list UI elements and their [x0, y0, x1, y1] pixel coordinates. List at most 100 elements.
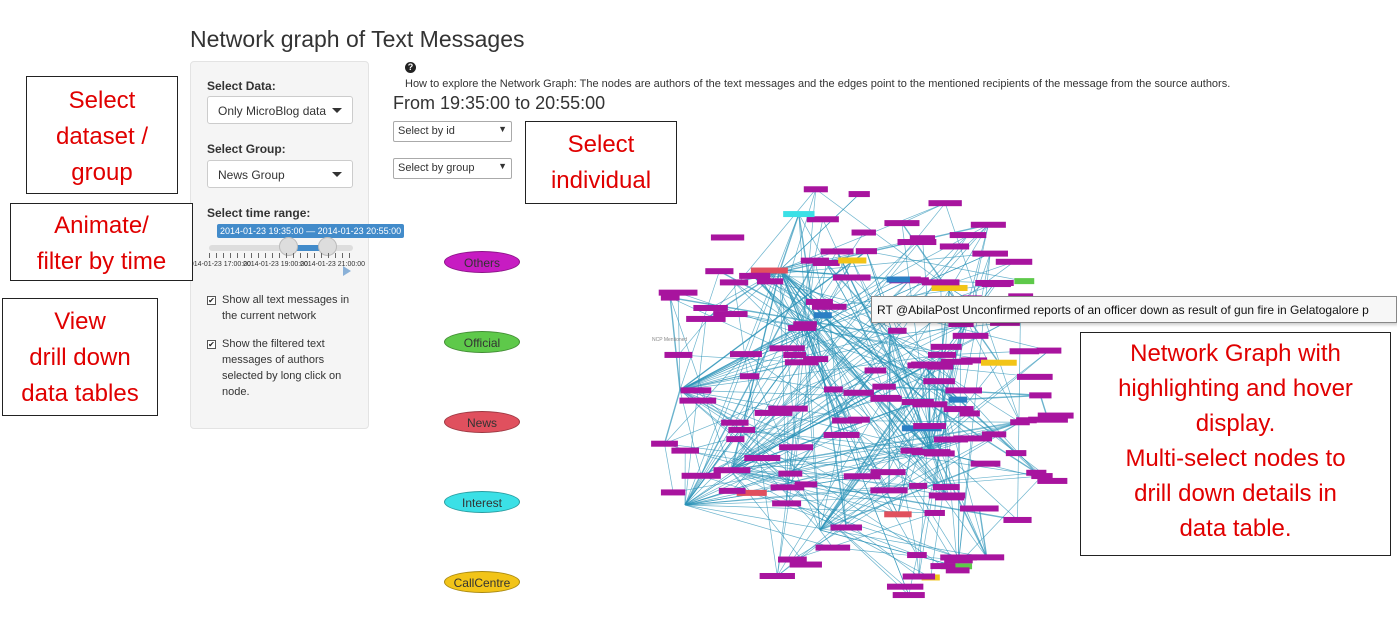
select-data-dropdown[interactable]: Only MicroBlog data: [207, 96, 353, 124]
legend-official[interactable]: Official: [444, 331, 520, 353]
graph-node: [686, 315, 726, 322]
graph-node: [870, 469, 906, 476]
select-by-group-dropdown[interactable]: Select by group ▼: [393, 158, 512, 179]
graph-node: [884, 511, 912, 518]
legend-news[interactable]: News: [444, 411, 520, 433]
graph-node: [750, 267, 788, 274]
callout-select-dataset: Select dataset / group: [26, 76, 178, 194]
graph-node: [981, 359, 1017, 366]
graph-node: [959, 410, 980, 417]
play-icon[interactable]: [343, 266, 351, 276]
graph-node: [864, 367, 887, 374]
graph-node: [759, 572, 795, 579]
graph-node: [923, 378, 955, 385]
graph-node: [1014, 278, 1035, 285]
graph-node: [931, 284, 968, 291]
select-data-value: Only MicroBlog data: [218, 104, 327, 118]
graph-node: [872, 394, 901, 401]
graph-node: [927, 351, 956, 358]
graph-node: [932, 484, 960, 491]
graph-edge: [729, 469, 931, 578]
graph-node: [900, 447, 923, 454]
callout-animate: Animate/ filter by time: [10, 203, 193, 281]
caret-down-icon: [332, 172, 342, 177]
graph-node: [788, 324, 817, 331]
slider-ticks: [209, 253, 353, 258]
graph-node: [726, 436, 745, 443]
node-label: NCP Mentioned: [652, 337, 687, 343]
graph-node: [909, 235, 936, 242]
graph-node: [843, 389, 874, 396]
select-data-label: Select Data:: [207, 79, 276, 93]
graph-node: [719, 279, 749, 286]
graph-node: [1037, 412, 1074, 419]
legend-interest[interactable]: Interest: [444, 491, 520, 513]
graph-node: [680, 387, 712, 394]
graph-node: [970, 460, 1001, 467]
caret-down-icon: [332, 108, 342, 113]
graph-node: [884, 220, 920, 227]
graph-node: [823, 431, 860, 438]
graph-node: [779, 444, 814, 451]
graph-node: [1029, 392, 1052, 399]
graph-node: [981, 431, 1007, 438]
graph-node: [1010, 419, 1030, 426]
graph-node: [888, 327, 907, 334]
graph-explanation: How to explore the Network Graph: The no…: [405, 78, 1231, 90]
select-by-id-value: Select by id: [398, 125, 455, 137]
graph-node: [833, 274, 871, 281]
graph-node: [739, 373, 760, 380]
select-by-group-value: Select by group: [398, 162, 475, 174]
graph-edge: [916, 555, 920, 577]
show-all-messages-checkbox[interactable]: ✔: [207, 296, 216, 305]
graph-edge: [1017, 296, 1022, 520]
graph-node: [1009, 348, 1040, 355]
graph-node: [721, 419, 749, 426]
graph-node: [949, 232, 987, 239]
graph-node: [679, 397, 717, 404]
graph-node: [658, 289, 698, 296]
graph-node: [664, 351, 693, 358]
graph-node: [933, 436, 968, 443]
graph-node: [713, 467, 751, 474]
select-group-dropdown[interactable]: News Group: [207, 160, 353, 188]
graph-node: [975, 279, 1014, 286]
graph-node: [830, 524, 862, 531]
graph-node: [770, 484, 805, 491]
tick-label: 2014-01-23 19:00:00: [243, 261, 308, 268]
graph-node: [1005, 450, 1027, 457]
graph-node: [972, 250, 1008, 257]
select-by-id-dropdown[interactable]: Select by id ▼: [393, 121, 512, 142]
graph-node: [838, 257, 867, 264]
graph-node: [902, 573, 936, 580]
graph-node: [783, 352, 807, 359]
graph-node: [907, 552, 927, 559]
graph-node: [948, 396, 968, 403]
show-filtered-messages-label: Show the filtered text messages of autho…: [222, 338, 342, 398]
graph-node: [945, 387, 982, 394]
graph-node: [909, 482, 928, 489]
graph-node: [960, 505, 999, 512]
question-circle-icon[interactable]: ?: [405, 62, 416, 73]
network-graph[interactable]: NCP Mentioned: [600, 170, 1080, 622]
graph-node: [945, 567, 970, 574]
graph-node: [969, 554, 1005, 561]
select-group-value: News Group: [218, 168, 285, 182]
graph-node: [886, 276, 910, 283]
graph-node: [1016, 373, 1053, 380]
time-range-badge: 2014-01-23 19:35:00 — 2014-01-23 20:55:0…: [217, 224, 405, 238]
legend-callcentre[interactable]: CallCentre: [444, 571, 520, 593]
graph-node: [1026, 469, 1047, 476]
legend-others[interactable]: Others: [444, 251, 520, 273]
graph-node: [813, 312, 832, 319]
graph-node: [970, 221, 1006, 228]
graph-node: [815, 544, 851, 551]
graph-node: [924, 509, 945, 516]
show-filtered-messages-checkbox[interactable]: ✔: [207, 340, 216, 349]
time-range-label: Select time range:: [207, 206, 311, 220]
graph-node: [803, 186, 828, 193]
graph-edge: [779, 213, 800, 271]
graph-node: [728, 426, 756, 433]
callout-network-graph: Network Graph with highlighting and hove…: [1080, 332, 1391, 556]
graph-node: [756, 278, 784, 285]
